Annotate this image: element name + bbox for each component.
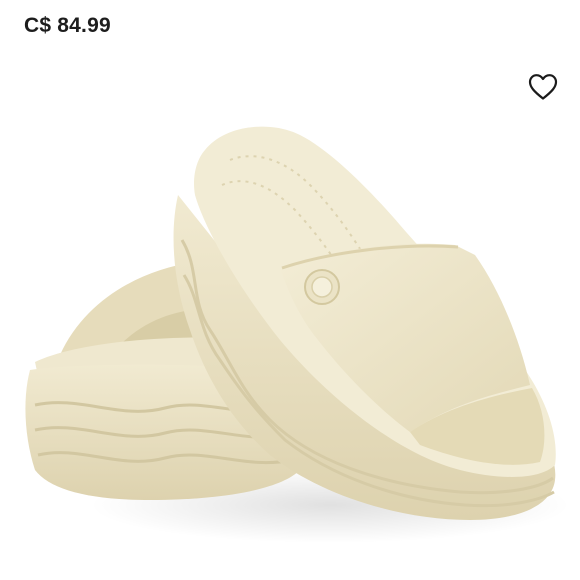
favorite-button[interactable] — [526, 70, 560, 104]
heart-outline-icon — [528, 74, 558, 100]
product-card: C$ 84.99 — [0, 0, 580, 580]
product-image[interactable] — [0, 100, 580, 570]
product-price: C$ 84.99 — [24, 14, 111, 37]
